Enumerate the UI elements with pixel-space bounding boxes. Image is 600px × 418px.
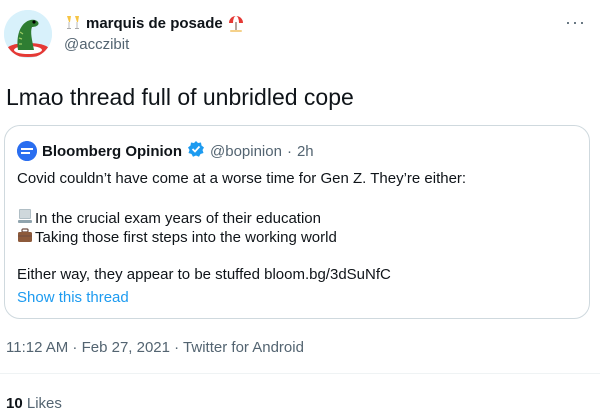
quoted-tweet-card[interactable]: Bloomberg Opinion @bopinion · 2h Covid c… [4,125,590,319]
tweet-text: Lmao thread full of unbridled cope [6,84,354,110]
quoted-text-line-2: In the crucial exam years of their educa… [17,208,321,228]
quoted-text-line-3-text: Taking those first steps into the workin… [35,228,337,246]
champagne-emoji-icon [64,14,82,32]
divider [0,373,600,374]
verified-badge-icon [187,140,205,162]
quoted-handle[interactable]: @bopinion [210,143,282,160]
likes-label: Likes [26,395,62,412]
quoted-timestamp[interactable]: 2h [297,143,314,160]
quoted-display-name[interactable]: Bloomberg Opinion [42,143,182,160]
author-display-name[interactable]: marquis de posade [86,15,223,32]
author-handle[interactable]: @acczibit [64,36,129,53]
briefcase-emoji-icon [17,227,33,247]
likes-number: 10 [6,395,23,412]
quoted-text-line-1: Covid couldn’t have come at a worse time… [17,170,467,187]
beach-umbrella-emoji-icon [227,14,245,32]
show-thread-link[interactable]: Show this thread [17,289,129,306]
likes-count[interactable]: 10 Likes [6,395,62,412]
author-name-row[interactable]: marquis de posade [64,14,245,32]
quoted-text-line-4: Either way, they appear to be stuffed bl… [17,266,391,283]
quoted-tweet-header: Bloomberg Opinion @bopinion · 2h [17,140,314,162]
lizard-avatar-icon [4,10,52,58]
quoted-text-line-3: Taking those first steps into the workin… [17,227,337,247]
tweet-metadata[interactable]: 11:12 AM · Feb 27, 2021 · Twitter for An… [6,339,304,356]
author-avatar[interactable] [4,10,52,58]
quoted-text-line-2-text: In the crucial exam years of their educa… [35,209,321,227]
more-options-icon[interactable]: ··· [565,12,586,33]
bloomberg-opinion-avatar[interactable] [17,141,37,161]
quoted-separator: · [286,142,292,160]
computer-emoji-icon [17,208,33,228]
